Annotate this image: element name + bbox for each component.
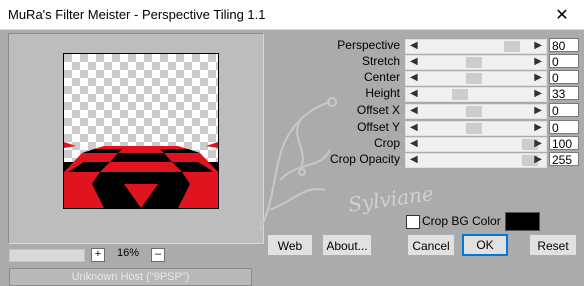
height-slider[interactable]: ◀ ▶ (405, 87, 547, 102)
offset-y-slider[interactable]: ◀ ▶ (405, 121, 547, 136)
perspective-slider[interactable]: ◀ ▶ (405, 39, 547, 54)
crop-slider[interactable]: ◀ ▶ (405, 137, 547, 152)
slider-thumb[interactable] (466, 123, 482, 134)
left-arrow-icon[interactable]: ◀ (410, 137, 418, 151)
slider-thumb[interactable] (504, 41, 520, 52)
left-arrow-icon[interactable]: ◀ (410, 121, 418, 135)
slider-thumb[interactable] (466, 106, 482, 117)
right-arrow-icon[interactable]: ▶ (534, 87, 542, 101)
right-arrow-icon[interactable]: ▶ (534, 121, 542, 135)
window-title: MuRa's Filter Meister - Perspective Tili… (8, 7, 266, 22)
slider-thumb[interactable] (466, 57, 482, 68)
offset-x-value[interactable]: 0 (549, 103, 579, 118)
stretch-label: Stretch (361, 54, 400, 68)
left-arrow-icon[interactable]: ◀ (410, 104, 418, 118)
close-icon[interactable]: ✕ (540, 0, 584, 29)
left-arrow-icon[interactable]: ◀ (410, 55, 418, 69)
offset-x-label: Offset X (356, 103, 400, 117)
crop-bg-color-label[interactable]: Crop BG Color (422, 214, 501, 228)
crop-bg-color-checkbox[interactable] (406, 215, 420, 229)
ok-button[interactable]: OK (462, 234, 508, 256)
offset-y-label: Offset Y (357, 120, 400, 134)
stretch-value[interactable]: 0 (549, 54, 579, 69)
center-value[interactable]: 0 (549, 70, 579, 85)
slider-thumb[interactable] (466, 73, 482, 84)
perspective-label: Perspective (337, 38, 400, 52)
crop-opacity-slider[interactable]: ◀ ▶ (405, 153, 547, 168)
zoom-out-button[interactable]: – (151, 248, 165, 262)
right-arrow-icon[interactable]: ▶ (534, 104, 542, 118)
height-value[interactable]: 33 (549, 86, 579, 101)
crop-label: Crop (373, 136, 400, 150)
right-arrow-icon[interactable]: ▶ (534, 55, 542, 69)
center-label: Center (363, 70, 400, 84)
left-arrow-icon[interactable]: ◀ (410, 153, 418, 167)
offset-y-value[interactable]: 0 (549, 120, 579, 135)
crop-bg-color-swatch[interactable] (505, 212, 540, 231)
slider-thumb[interactable] (452, 89, 468, 100)
preview-image[interactable] (63, 53, 219, 209)
height-label: Height (365, 86, 400, 100)
preview-panel (8, 33, 264, 244)
left-arrow-icon[interactable]: ◀ (410, 39, 418, 53)
reset-button[interactable]: Reset (529, 234, 577, 256)
left-arrow-icon[interactable]: ◀ (410, 87, 418, 101)
title-bar: MuRa's Filter Meister - Perspective Tili… (0, 0, 584, 30)
zoom-value: 16% (117, 247, 140, 259)
dialog-body: + 16% – Unknown Host ("9PSP") Sylviane P… (0, 30, 584, 286)
right-arrow-icon[interactable]: ▶ (534, 39, 542, 53)
cancel-button[interactable]: Cancel (407, 234, 455, 256)
right-arrow-icon[interactable]: ▶ (534, 137, 542, 151)
stretch-slider[interactable]: ◀ ▶ (405, 55, 547, 70)
zoom-track (9, 249, 85, 262)
status-bar: Unknown Host ("9PSP") (9, 268, 252, 286)
zoom-in-button[interactable]: + (91, 248, 105, 262)
right-arrow-icon[interactable]: ▶ (534, 71, 542, 85)
about-button[interactable]: About... (322, 234, 372, 256)
right-arrow-icon[interactable]: ▶ (534, 153, 542, 167)
web-button[interactable]: Web (267, 234, 313, 256)
center-slider[interactable]: ◀ ▶ (405, 71, 547, 86)
crop-value[interactable]: 100 (549, 136, 579, 151)
crop-opacity-label: Crop Opacity (329, 152, 400, 166)
left-arrow-icon[interactable]: ◀ (410, 71, 418, 85)
offset-x-slider[interactable]: ◀ ▶ (405, 104, 547, 119)
crop-opacity-value[interactable]: 255 (549, 152, 579, 167)
perspective-value[interactable]: 80 (549, 38, 579, 53)
